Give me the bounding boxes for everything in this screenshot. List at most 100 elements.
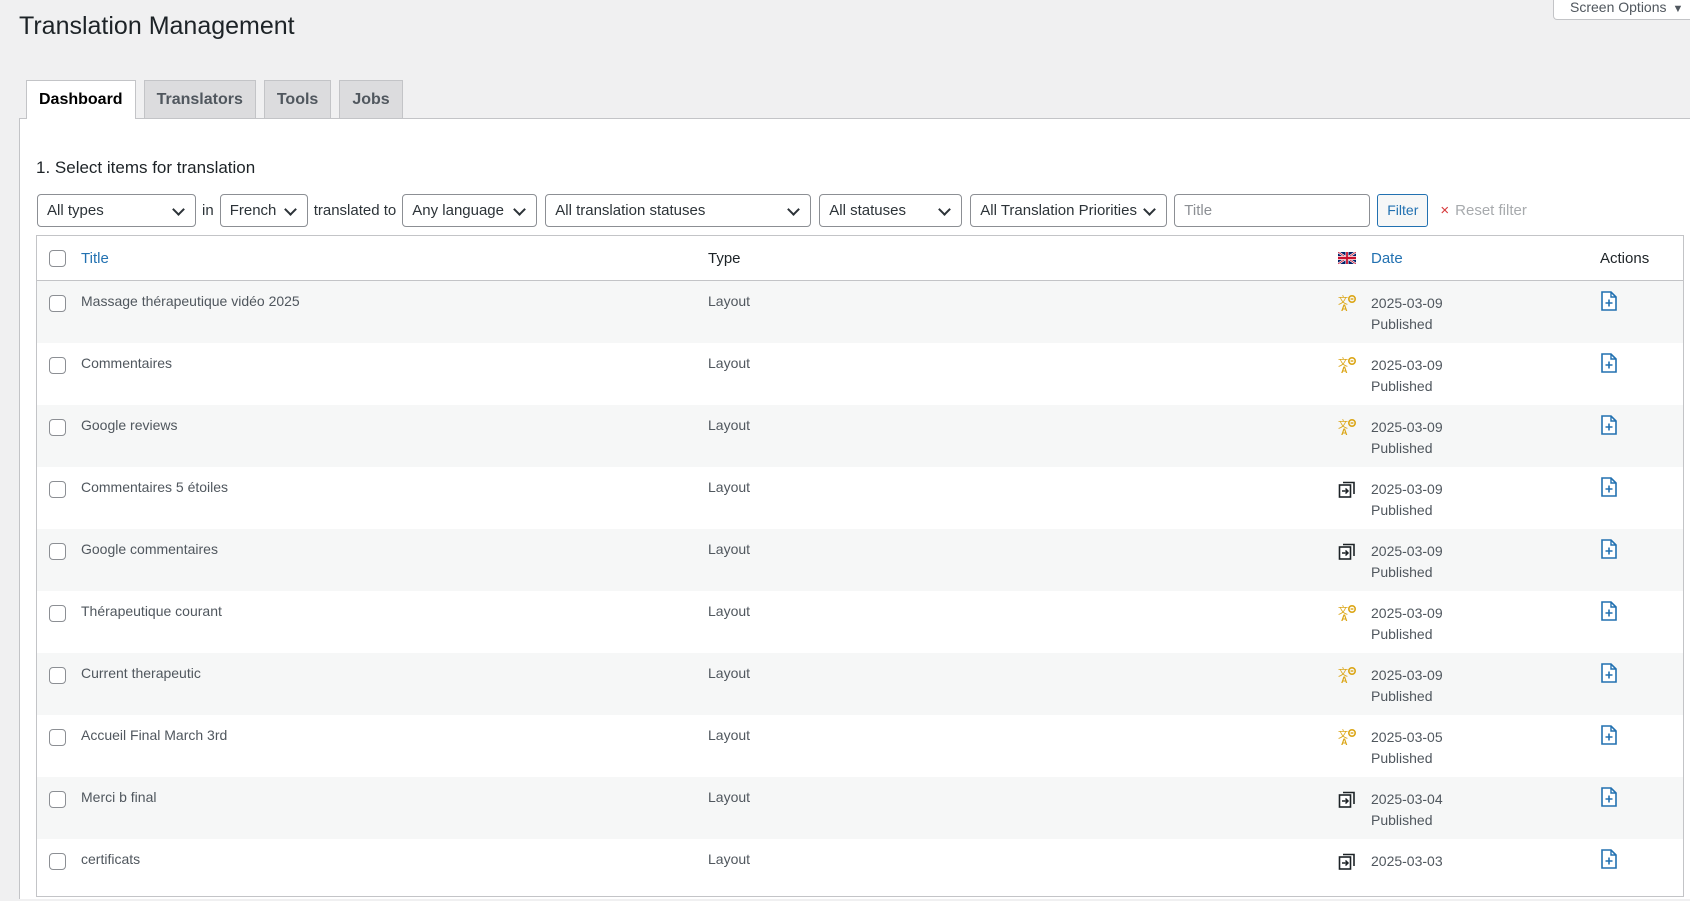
status-select[interactable]: All statuses bbox=[819, 194, 963, 227]
row-date: 2025-03-09 bbox=[1371, 667, 1443, 683]
add-translation-icon[interactable] bbox=[1600, 415, 1618, 438]
translated-to-label: translated to bbox=[313, 202, 397, 219]
page-title: Translation Management bbox=[19, 12, 295, 40]
add-translation-icon[interactable] bbox=[1600, 849, 1618, 872]
row-checkbox[interactable] bbox=[49, 543, 66, 560]
needs-translation-icon[interactable]: 文A bbox=[1338, 666, 1357, 687]
row-title: Accueil Final March 3rd bbox=[81, 727, 228, 743]
row-title: Merci b final bbox=[81, 789, 157, 805]
row-date-cell: 2025-03-05 Published bbox=[1371, 727, 1443, 769]
screen-options-label: Screen Options bbox=[1570, 0, 1667, 15]
row-status: Published bbox=[1371, 750, 1433, 766]
row-date-cell: 2025-03-09 Published bbox=[1371, 541, 1443, 583]
row-status: Published bbox=[1371, 626, 1433, 642]
add-translation-icon[interactable] bbox=[1600, 291, 1618, 314]
needs-translation-icon[interactable]: 文A bbox=[1338, 604, 1357, 625]
row-checkbox[interactable] bbox=[49, 357, 66, 374]
row-date: 2025-03-05 bbox=[1371, 729, 1443, 745]
row-checkbox[interactable] bbox=[49, 295, 66, 312]
row-title: Current therapeutic bbox=[81, 665, 201, 681]
row-status: Published bbox=[1371, 316, 1433, 332]
title-column-header[interactable]: Title bbox=[81, 250, 109, 267]
close-icon: × bbox=[1440, 202, 1450, 219]
date-column-header[interactable]: Date bbox=[1371, 250, 1403, 267]
table-row: Accueil Final March 3rd Layout 文 A 2025-03-0… bbox=[37, 715, 1683, 777]
row-checkbox[interactable] bbox=[49, 481, 66, 498]
row-date: 2025-03-09 bbox=[1371, 481, 1443, 497]
row-checkbox[interactable] bbox=[49, 791, 66, 808]
row-checkbox[interactable] bbox=[49, 605, 66, 622]
type-select[interactable]: All types bbox=[37, 194, 196, 227]
select-all-checkbox[interactable] bbox=[49, 250, 66, 267]
row-date: 2025-03-09 bbox=[1371, 295, 1443, 311]
table-row: Massage thérapeutique vidéo 2025 Layout 文 A… bbox=[37, 281, 1683, 343]
reset-filter-link[interactable]: × Reset filter bbox=[1440, 202, 1526, 219]
add-translation-icon[interactable] bbox=[1600, 353, 1618, 376]
row-title: Google commentaires bbox=[81, 541, 218, 557]
row-title: Google reviews bbox=[81, 417, 178, 433]
needs-translation-icon[interactable]: 文A bbox=[1338, 356, 1357, 377]
type-column-header: Type bbox=[708, 250, 741, 267]
row-date: 2025-03-03 bbox=[1371, 853, 1443, 869]
row-date-cell: 2025-03-09 Published bbox=[1371, 417, 1443, 459]
row-date-cell: 2025-03-09 Published bbox=[1371, 355, 1443, 397]
row-type: Layout bbox=[708, 603, 751, 619]
section-title: 1. Select items for translation bbox=[36, 158, 256, 177]
row-title: certificats bbox=[81, 851, 141, 867]
dropdown-arrow-icon: ▼ bbox=[1672, 3, 1684, 15]
tab-jobs[interactable]: Jobs bbox=[339, 80, 403, 118]
duplicate-icon[interactable] bbox=[1338, 852, 1356, 873]
add-translation-icon[interactable] bbox=[1600, 725, 1618, 748]
row-status: Published bbox=[1371, 502, 1433, 518]
row-checkbox[interactable] bbox=[49, 729, 66, 746]
row-type: Layout bbox=[708, 355, 751, 371]
row-date: 2025-03-09 bbox=[1371, 419, 1443, 435]
row-date-cell: 2025-03-04 Published bbox=[1371, 789, 1443, 831]
table-row: Google reviews Layout 文 A 2025-03-09 Publishe… bbox=[37, 405, 1683, 467]
row-status: Published bbox=[1371, 378, 1433, 394]
row-type: Layout bbox=[708, 727, 751, 743]
filter-bar: All types in French translated to Any la… bbox=[37, 194, 1527, 227]
screen-options-button[interactable]: Screen Options ▼ bbox=[1553, 0, 1690, 20]
tab-translators[interactable]: Translators bbox=[143, 80, 256, 118]
filter-button[interactable]: Filter bbox=[1377, 194, 1429, 227]
table-row: Merci b final Layout 2025-03-04 Published bbox=[37, 777, 1683, 839]
add-translation-icon[interactable] bbox=[1600, 477, 1618, 500]
row-title: Massage thérapeutique vidéo 2025 bbox=[81, 293, 300, 309]
svg-text:A: A bbox=[1341, 737, 1348, 746]
tab-tools[interactable]: Tools bbox=[263, 80, 332, 118]
priority-select[interactable]: All Translation Priorities bbox=[970, 194, 1168, 227]
add-translation-icon[interactable] bbox=[1600, 787, 1618, 810]
add-translation-icon[interactable] bbox=[1600, 539, 1618, 562]
row-date-cell: 2025-03-09 Published bbox=[1371, 665, 1443, 707]
row-title: Commentaires bbox=[81, 355, 173, 371]
tab-dashboard[interactable]: Dashboard bbox=[26, 80, 136, 119]
duplicate-icon[interactable] bbox=[1338, 542, 1356, 563]
row-checkbox[interactable] bbox=[49, 853, 66, 870]
translation-status-select[interactable]: All translation statuses bbox=[545, 194, 812, 227]
add-translation-icon[interactable] bbox=[1600, 601, 1618, 624]
row-title: Commentaires 5 étoiles bbox=[81, 479, 229, 495]
row-type: Layout bbox=[708, 665, 751, 681]
row-title: Thérapeutique courant bbox=[81, 603, 222, 619]
row-status: Published bbox=[1371, 440, 1433, 456]
row-type: Layout bbox=[708, 541, 751, 557]
reset-filter-label: Reset filter bbox=[1455, 202, 1527, 219]
needs-translation-icon[interactable]: 文A bbox=[1338, 728, 1357, 749]
row-checkbox[interactable] bbox=[49, 419, 66, 436]
source-language-select[interactable]: French bbox=[219, 194, 308, 227]
duplicate-icon[interactable] bbox=[1338, 790, 1356, 811]
svg-text:A: A bbox=[1341, 303, 1348, 312]
duplicate-icon[interactable] bbox=[1338, 480, 1356, 501]
row-checkbox[interactable] bbox=[49, 667, 66, 684]
needs-translation-icon[interactable]: 文A bbox=[1338, 418, 1357, 439]
target-language-select[interactable]: Any language bbox=[402, 194, 538, 227]
row-type: Layout bbox=[708, 293, 751, 309]
svg-text:A: A bbox=[1341, 613, 1348, 622]
table-row: Google commentaires Layout 2025-03-09 Publi… bbox=[37, 529, 1683, 591]
title-search-input[interactable] bbox=[1174, 194, 1371, 227]
add-translation-icon[interactable] bbox=[1600, 663, 1618, 686]
row-status: Published bbox=[1371, 812, 1433, 828]
row-type: Layout bbox=[708, 417, 751, 433]
needs-translation-icon[interactable]: 文A bbox=[1338, 294, 1357, 315]
